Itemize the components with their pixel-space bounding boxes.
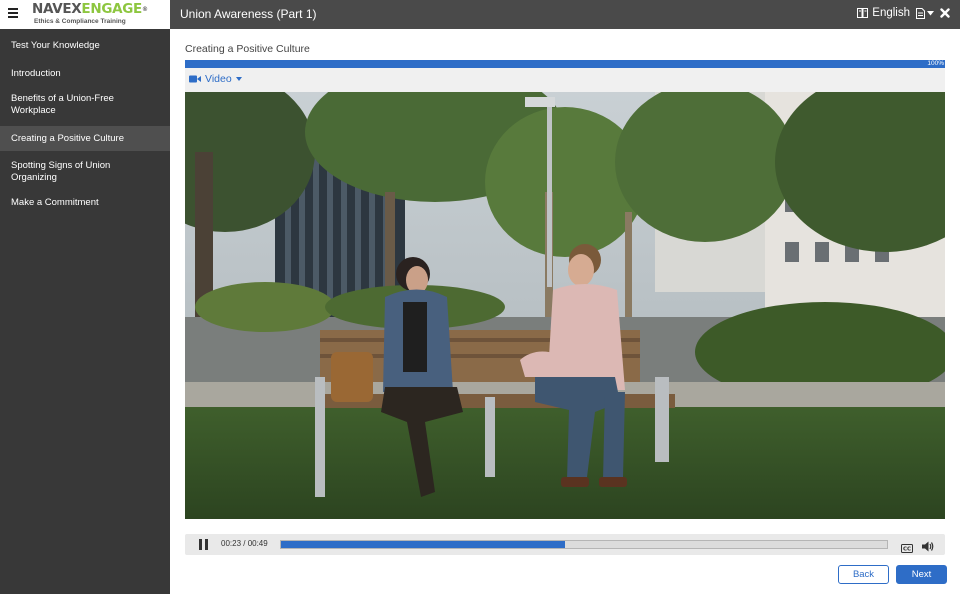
media-type-label: Video (205, 73, 232, 85)
language-icon (857, 8, 869, 18)
document-icon (916, 7, 925, 19)
closed-caption-icon: CC (901, 544, 913, 553)
header-actions: English (857, 7, 950, 19)
pause-button[interactable] (199, 539, 209, 550)
caret-down-icon (235, 77, 242, 81)
media-type-bar: Video (185, 68, 945, 92)
video-controls: 00:23 / 00:49 CC (185, 534, 945, 555)
sidebar-item-creating-positive-culture[interactable]: Creating a Positive Culture (0, 126, 170, 151)
document-menu[interactable] (916, 7, 934, 19)
brand-logo: NAVEXENGAGE® Ethics & Compliance Trainin… (32, 1, 148, 26)
pause-icon (199, 539, 202, 550)
top-bar: NAVEXENGAGE® Ethics & Compliance Trainin… (0, 0, 960, 29)
brand-tagline: Ethics & Compliance Training (34, 18, 126, 25)
language-label: English (872, 7, 910, 19)
sidebar-item-spotting-signs[interactable]: Spotting Signs of Union Organizing (0, 151, 140, 193)
section-title: Creating a Positive Culture (185, 43, 310, 55)
progress-label: 100% (927, 60, 944, 67)
volume-button[interactable] (922, 539, 934, 557)
brand-area: NAVEXENGAGE® Ethics & Compliance Trainin… (0, 0, 170, 29)
seek-bar[interactable] (280, 540, 888, 549)
video-frame (185, 92, 945, 519)
course-title: Union Awareness (Part 1) (180, 7, 317, 21)
video-player[interactable] (185, 92, 945, 519)
caret-down-icon (927, 10, 934, 15)
back-button[interactable]: Back (838, 565, 889, 584)
sidebar-item-benefits[interactable]: Benefits of a Union-Free Workplace (0, 84, 130, 126)
video-camera-icon (189, 75, 201, 83)
sidebar-item-introduction[interactable]: Introduction (0, 63, 170, 84)
seek-bar-played (281, 541, 566, 548)
time-display: 00:23 / 00:49 (221, 539, 268, 548)
svg-text:CC: CC (903, 547, 911, 553)
sidebar-item-make-commitment[interactable]: Make a Commitment (0, 193, 170, 213)
progress-bar: 100% (185, 60, 945, 68)
hamburger-icon[interactable] (8, 8, 18, 20)
close-button[interactable] (940, 8, 950, 18)
close-icon (940, 8, 950, 18)
next-button[interactable]: Next (896, 565, 947, 584)
closed-caption-button[interactable]: CC (901, 540, 913, 558)
media-type-dropdown[interactable]: Video (189, 73, 242, 85)
language-selector[interactable]: English (857, 7, 910, 19)
sidebar-item-test-your-knowledge[interactable]: Test Your Knowledge (0, 29, 170, 63)
sidebar-nav: Test Your Knowledge Introduction Benefit… (0, 29, 170, 594)
volume-icon (922, 541, 934, 552)
